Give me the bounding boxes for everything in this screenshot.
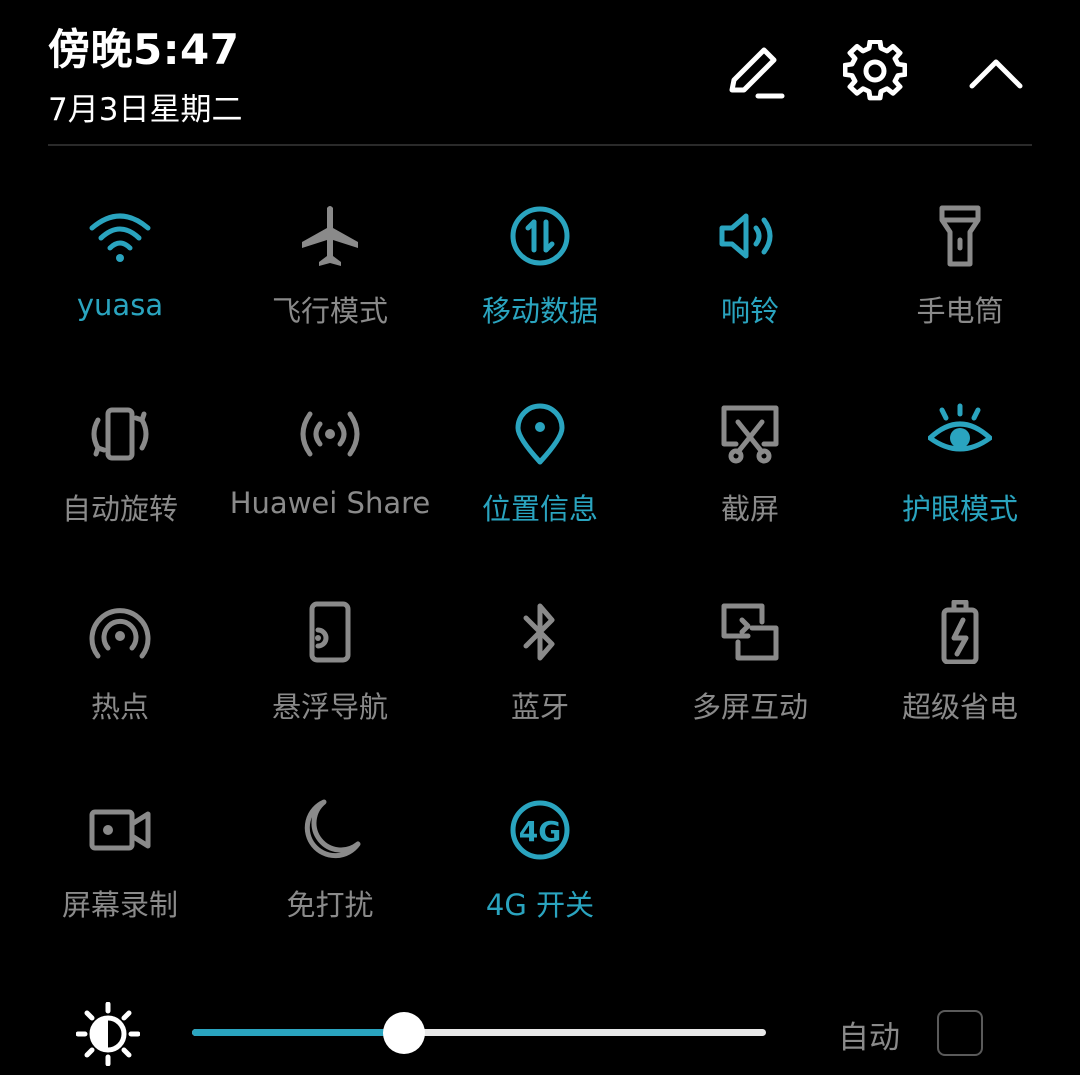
auto-rotate-icon <box>91 407 149 461</box>
brightness-slider-thumb[interactable] <box>383 1012 425 1054</box>
tile-label: 蓝牙 <box>510 690 569 724</box>
tile-auto-rotate[interactable]: 自动旋转 <box>15 394 225 564</box>
flashlight-icon <box>939 205 981 267</box>
screen-record-icon <box>89 809 151 851</box>
tile-battery-saver[interactable]: 超级省电 <box>855 592 1065 762</box>
tile-label: 多屏互动 <box>691 690 808 724</box>
battery-saver-icon <box>941 600 979 664</box>
airplane-icon <box>302 206 358 266</box>
tile-ringer[interactable]: 响铃 <box>645 196 855 366</box>
tile-label: 手电筒 <box>916 294 1004 328</box>
tile-label: 护眼模式 <box>901 492 1018 526</box>
tile-eye-comfort[interactable]: 护眼模式 <box>855 394 1065 564</box>
tile-label: 超级省电 <box>901 690 1018 724</box>
gear-icon <box>843 40 907 101</box>
tile-screenshot[interactable]: 截屏 <box>645 394 855 564</box>
tile-label: 飞行模式 <box>271 294 388 328</box>
brightness-bar: 自动 <box>0 990 1080 1075</box>
share-broadcast-icon <box>300 411 360 457</box>
collapse-button[interactable] <box>964 40 1028 104</box>
tile-label: 移动数据 <box>481 294 598 328</box>
status-header: 傍晚5:47 7月3日星期二 <box>0 0 1080 146</box>
tile-bluetooth[interactable]: 蓝牙 <box>435 592 645 762</box>
hotspot-icon <box>89 608 151 659</box>
eye-icon <box>928 403 992 452</box>
multi-screen-icon <box>721 603 779 661</box>
tile-airplane-mode[interactable]: 飞行模式 <box>225 196 435 366</box>
tile-label: 热点 <box>90 690 149 724</box>
tile-huawei-share[interactable]: Huawei Share <box>225 394 435 564</box>
header-divider <box>48 144 1032 146</box>
tile-location[interactable]: 位置信息 <box>435 394 645 564</box>
clock-time: 傍晚5:47 <box>48 25 240 74</box>
tile-label: 4G 开关 <box>485 888 595 922</box>
svg-text:4G: 4G <box>519 815 561 848</box>
tile-hotspot[interactable]: 热点 <box>15 592 225 762</box>
tile-4g[interactable]: 4G 4G 开关 <box>435 790 645 960</box>
mobile-data-icon <box>510 206 570 266</box>
tile-floating-nav[interactable]: 悬浮导航 <box>225 592 435 762</box>
tile-wifi[interactable]: yuasa <box>15 196 225 366</box>
chevron-up-icon <box>969 59 1023 89</box>
tile-label: 屏幕录制 <box>61 888 178 922</box>
tile-multi-screen[interactable]: 多屏互动 <box>645 592 855 762</box>
tile-label: 位置信息 <box>481 492 598 526</box>
tile-label: Huawei Share <box>229 486 431 520</box>
screenshot-icon <box>721 405 779 464</box>
auto-brightness-checkbox[interactable] <box>937 1010 983 1056</box>
settings-button[interactable] <box>843 40 907 104</box>
tile-label: 自动旋转 <box>61 492 178 526</box>
tile-flashlight[interactable]: 手电筒 <box>855 196 1065 366</box>
edit-button[interactable] <box>722 40 786 104</box>
wifi-icon <box>89 213 151 262</box>
date-label: 7月3日星期二 <box>48 92 243 128</box>
tile-label: 响铃 <box>720 294 779 328</box>
brightness-slider-fill <box>192 1029 404 1036</box>
4g-icon: 4G <box>510 800 570 860</box>
auto-brightness-label: 自动 <box>838 1020 900 1056</box>
floating-nav-icon <box>309 601 351 663</box>
tile-label: 截屏 <box>720 492 779 526</box>
moon-icon <box>304 799 361 859</box>
tile-mobile-data[interactable]: 移动数据 <box>435 196 645 366</box>
pencil-icon <box>729 47 785 99</box>
brightness-slider[interactable] <box>192 1029 766 1036</box>
speaker-icon <box>719 213 773 259</box>
tile-do-not-disturb[interactable]: 免打扰 <box>225 790 435 960</box>
bluetooth-icon <box>523 603 555 661</box>
tile-label: yuasa <box>76 288 164 322</box>
tile-label: 免打扰 <box>286 888 374 922</box>
tile-label: 悬浮导航 <box>271 690 388 724</box>
brightness-icon <box>76 1002 140 1066</box>
tile-screen-record[interactable]: 屏幕录制 <box>15 790 225 960</box>
location-pin-icon <box>515 403 565 465</box>
